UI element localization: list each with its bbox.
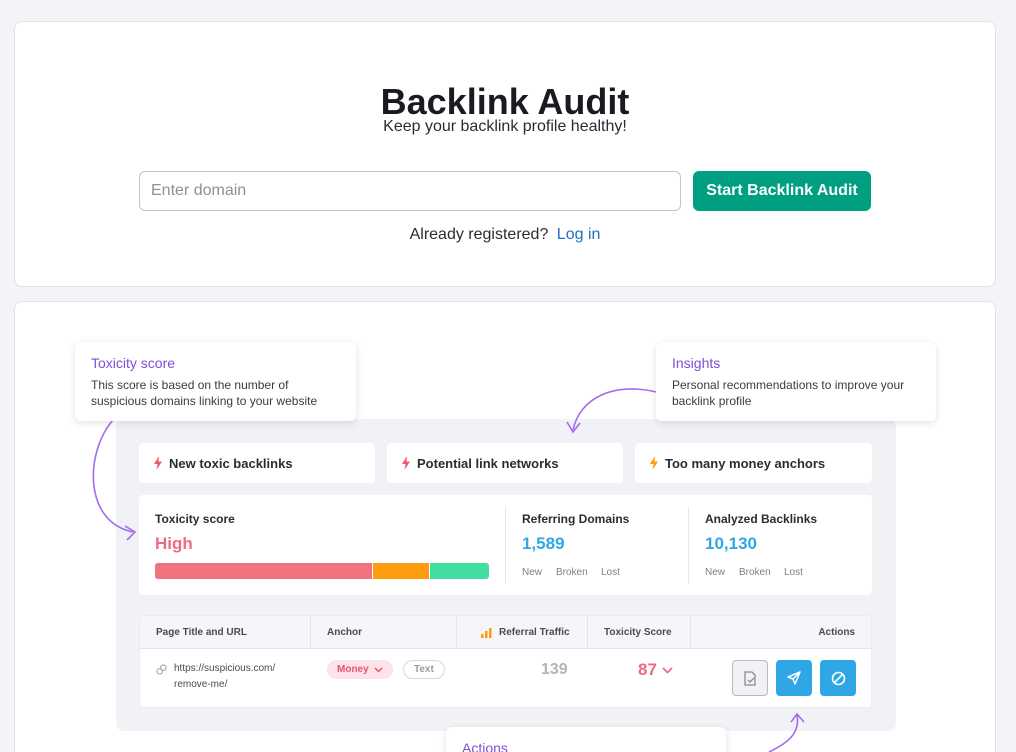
toxicity-bar-medium — [372, 563, 429, 579]
lightning-icon — [650, 456, 658, 470]
login-prompt: Already registered? Log in — [15, 226, 995, 244]
divider — [505, 507, 506, 583]
issue-label: New toxic backlinks — [169, 455, 293, 471]
analyzed-backlinks-label: Analyzed Backlinks — [705, 512, 818, 526]
row-traffic: 139 — [541, 661, 568, 678]
anchor-text-chip[interactable]: Text — [403, 660, 445, 679]
toxicity-score-value: High — [155, 534, 193, 553]
insights-callout-title: Insights — [672, 355, 721, 371]
page-subtitle: Keep your backlink profile healthy! — [383, 118, 627, 135]
backlinks-table: Page Title and URL Anchor Referral Traff… — [139, 615, 872, 708]
block-button[interactable] — [820, 660, 856, 696]
toxicity-bar-high — [155, 563, 373, 579]
registered-text: Already registered? — [409, 226, 549, 243]
anchor-money-chip[interactable]: Money — [327, 660, 393, 679]
insights-callout: Insights Personal recommendations to imp… — [656, 342, 936, 421]
referring-new[interactable]: New — [522, 567, 542, 578]
divider — [688, 507, 689, 583]
actions-callout: Actions — [446, 727, 726, 752]
feature-preview-card: Toxicity score This score is based on th… — [14, 301, 996, 752]
chevron-down-icon — [662, 666, 673, 674]
issue-card-link-networks: Potential link networks — [387, 443, 623, 483]
header-divider — [310, 616, 311, 649]
header-divider — [690, 616, 691, 649]
url-line-2: remove-me/ — [174, 679, 228, 690]
toxicity-callout: Toxicity score This score is based on th… — [75, 342, 356, 421]
toxicity-score-label: Toxicity score — [155, 512, 235, 526]
start-audit-button[interactable]: Start Backlink Audit — [693, 171, 871, 211]
table-header: Page Title and URL Anchor Referral Traff… — [140, 616, 871, 649]
insights-callout-text: Personal recommendations to improve your… — [672, 378, 905, 408]
analyzed-broken[interactable]: Broken — [739, 567, 771, 578]
actions-callout-title: Actions — [462, 740, 508, 752]
export-icon — [744, 670, 756, 686]
lightning-icon — [154, 456, 162, 470]
toxicity-bar — [155, 563, 489, 579]
scores-card: Toxicity score High Referring Domains 1,… — [139, 495, 872, 595]
header-divider — [456, 616, 457, 649]
issue-card-money-anchors: Too many money anchors — [635, 443, 872, 483]
export-button[interactable] — [732, 660, 768, 696]
toxicity-callout-text: This score is based on the number of sus… — [91, 378, 318, 408]
chevron-down-icon — [374, 666, 383, 673]
send-icon — [787, 671, 801, 685]
header-divider — [587, 616, 588, 649]
toxicity-bar-low — [428, 563, 489, 579]
block-icon — [831, 671, 845, 685]
analyzed-new[interactable]: New — [705, 567, 725, 578]
send-button[interactable] — [776, 660, 812, 696]
analyzed-lost[interactable]: Lost — [784, 567, 803, 578]
referring-lost[interactable]: Lost — [601, 567, 620, 578]
toxicity-callout-title: Toxicity score — [91, 355, 176, 371]
referring-domains-label: Referring Domains — [522, 512, 630, 526]
domain-input[interactable] — [139, 171, 681, 211]
login-link[interactable]: Log in — [557, 226, 601, 243]
row-toxicity-value: 87 — [638, 660, 657, 679]
link-icon — [156, 664, 167, 675]
issue-label: Potential link networks — [417, 455, 559, 471]
referring-broken[interactable]: Broken — [556, 567, 588, 578]
header-page[interactable]: Page Title and URL — [156, 627, 247, 638]
header-actions: Actions — [818, 627, 855, 638]
referring-domains-value[interactable]: 1,589 — [522, 534, 565, 554]
analyzed-backlinks-value[interactable]: 10,130 — [705, 534, 757, 554]
header-anchor[interactable]: Anchor — [327, 627, 362, 638]
row-toxicity[interactable]: 87 — [638, 660, 673, 680]
lightning-icon — [402, 456, 410, 470]
anchor-money-label: Money — [337, 664, 369, 675]
row-url[interactable]: https://suspicious.com/ remove-me/ — [174, 661, 275, 693]
issue-label: Too many money anchors — [665, 455, 826, 471]
url-line-1: https://suspicious.com/ — [174, 663, 276, 674]
header-traffic[interactable]: Referral Traffic — [499, 627, 570, 638]
traffic-bars-icon — [481, 628, 492, 638]
page-title: Backlink Audit — [380, 81, 630, 122]
header-toxicity[interactable]: Toxicity Score — [604, 627, 672, 638]
issue-card-new-toxic: New toxic backlinks — [139, 443, 375, 483]
hero-card: Backlink Audit Keep your backlink profil… — [14, 21, 996, 287]
